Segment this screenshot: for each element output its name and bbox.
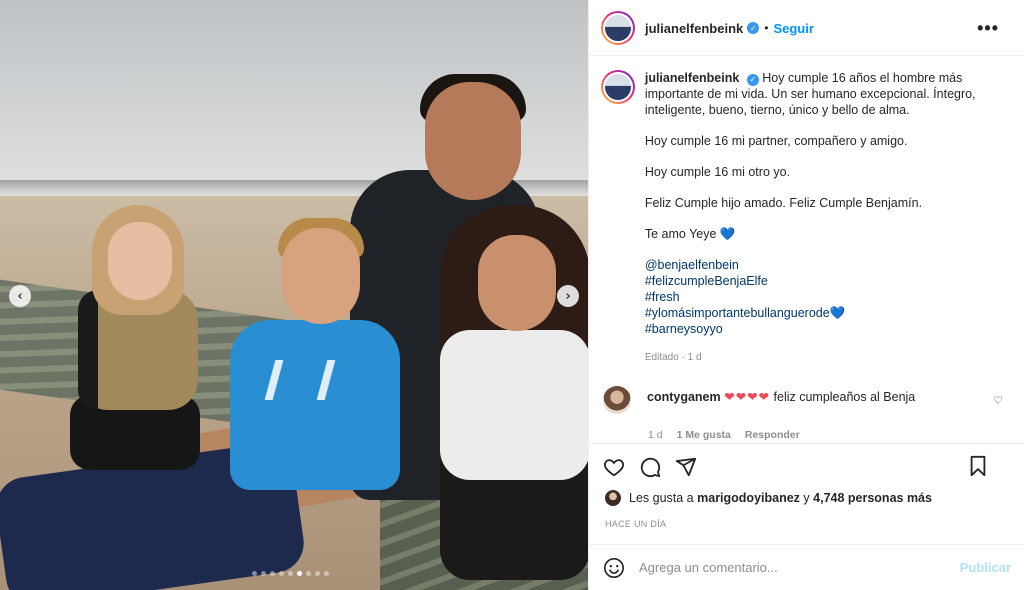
post-caption: julianelfenbeink ✓ Hoy cumple 16 años el… [601, 70, 1013, 366]
carousel-dot [297, 571, 302, 576]
man-head [425, 82, 521, 200]
emoji-icon[interactable] [603, 557, 625, 579]
more-options-icon[interactable]: ••• [977, 18, 999, 39]
edited-label: Editado · 1 d [644, 352, 702, 363]
girl-figure [440, 330, 588, 480]
reply-button[interactable]: Responder [745, 429, 800, 441]
red-heart-icons: ❤❤❤❤ [724, 390, 771, 404]
comment-bubble-icon [640, 457, 661, 478]
likes-count[interactable]: 4,748 personas más [813, 491, 932, 505]
caption-text: julianelfenbeink ✓ Hoy cumple 16 años el… [645, 70, 1013, 366]
comment-age: 1 d [648, 429, 663, 441]
verified-icon: ✓ [747, 22, 760, 34]
boy-shirt-logo [264, 360, 336, 400]
toddler-jacket-stripe [78, 290, 98, 410]
carousel-next-button[interactable]: › [557, 285, 579, 307]
post-photo[interactable]: ‹ › [0, 0, 588, 590]
comment-text: contyganem ❤❤❤❤ feliz cumpleaños al Benj… [647, 389, 915, 405]
carousel-dots [252, 571, 329, 576]
toddler-head [108, 222, 172, 300]
carousel-prev-button[interactable]: ‹ [9, 285, 31, 307]
post-header: julianelfenbeink ✓ • Seguir ••• [601, 10, 1013, 46]
likes-summary: Les gusta a marigodoyibanez y 4,748 pers… [605, 490, 932, 506]
caption-avatar[interactable] [601, 70, 635, 104]
blue-heart-icon: 💙 [719, 227, 736, 241]
comment-meta: 1 d 1 Me gusta Responder [648, 429, 1015, 441]
carousel-dot [288, 571, 293, 576]
comment-like-icon[interactable]: ♡ [993, 394, 1003, 407]
commenter-avatar[interactable] [603, 386, 631, 414]
blue-heart-icon: 💙 [829, 306, 846, 320]
hashtag-link[interactable]: #barneysoyyo [645, 321, 1013, 337]
liker-username[interactable]: marigodoyibanez [697, 491, 800, 505]
carousel-dot [324, 571, 329, 576]
comment-body: feliz cumpleaños al Benja [773, 390, 916, 404]
comment-item: contyganem ❤❤❤❤ feliz cumpleaños al Benj… [603, 386, 1015, 441]
comments-divider [589, 443, 1024, 444]
liker-avatar[interactable] [605, 490, 621, 506]
carousel-dot [261, 571, 266, 576]
carousel-dot [270, 571, 275, 576]
caption-love-text: Te amo Yeye [644, 227, 717, 241]
post-panel: julianelfenbeink ✓ • Seguir ••• julianel… [588, 0, 1024, 590]
header-separator: • [764, 21, 769, 35]
boy-figure [230, 320, 400, 490]
header-divider [589, 55, 1024, 56]
verified-icon: ✓ [746, 74, 759, 86]
hashtag-link[interactable]: #fresh [645, 289, 1013, 305]
author-avatar[interactable] [601, 11, 635, 45]
caption-paragraph-3: Hoy cumple 16 mi otro yo. [644, 165, 791, 179]
post-actions [603, 455, 1015, 479]
hashtag-link-with-heart[interactable]: #ylomásimportantebullanguerode💙 [645, 305, 1013, 321]
post-timestamp: HACE UN DÍA [605, 519, 667, 529]
chevron-right-icon: › [565, 288, 571, 304]
carousel-dot [315, 571, 320, 576]
heart-icon [604, 459, 624, 477]
caption-paragraph-5: Te amo Yeye 💙 [645, 226, 1013, 242]
follow-button[interactable]: Seguir [773, 21, 813, 36]
caption-paragraph-2: Hoy cumple 16 mi partner, compañero y am… [644, 134, 908, 148]
comment-composer: Publicar [589, 544, 1024, 590]
like-button[interactable] [603, 456, 625, 478]
paper-plane-icon [675, 457, 697, 477]
caption-tags: @benjaelfenbein #felizcumpleBenjaElfe #f… [645, 257, 1013, 337]
hashtag-link[interactable]: #felizcumpleBenjaElfe [645, 273, 1013, 289]
save-button[interactable] [967, 455, 989, 477]
author-username[interactable]: julianelfenbeink [645, 21, 743, 36]
mention-link[interactable]: @benjaelfenbein [645, 257, 1013, 273]
carousel-dot [252, 571, 257, 576]
caption-paragraph-4: Feliz Cumple hijo amado. Feliz Cumple Be… [644, 196, 923, 210]
chevron-left-icon: ‹ [17, 288, 23, 304]
bookmark-icon [970, 455, 986, 477]
comment-likes-count[interactable]: 1 Me gusta [677, 429, 731, 441]
carousel-dot [279, 571, 284, 576]
publish-button[interactable]: Publicar [960, 560, 1011, 575]
girl-head [478, 235, 556, 331]
comment-button[interactable] [639, 456, 661, 478]
boy-head [282, 228, 360, 324]
likes-joiner: y [803, 491, 810, 505]
hashtag-link[interactable]: #ylomásimportantebullanguerode [645, 306, 830, 320]
caption-username[interactable]: julianelfenbeink [645, 71, 739, 85]
likes-prefix: Les gusta a [629, 491, 694, 505]
carousel-dot [306, 571, 311, 576]
commenter-username[interactable]: contyganem [647, 390, 721, 404]
comment-input[interactable] [639, 560, 939, 575]
share-button[interactable] [675, 456, 697, 478]
